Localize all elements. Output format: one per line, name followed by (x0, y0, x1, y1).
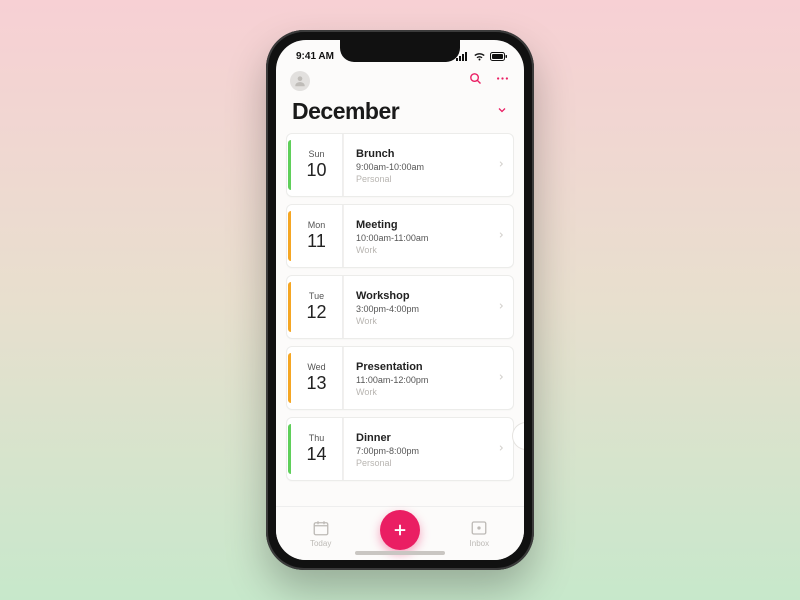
event-time: 3:00pm-4:00pm (356, 304, 507, 314)
notch (340, 40, 460, 62)
chevron-right-icon (497, 230, 505, 240)
event-category: Personal (356, 458, 507, 468)
nav-today[interactable]: Today (291, 519, 351, 548)
chevron-right-icon (497, 372, 505, 382)
more-button[interactable] (495, 71, 510, 91)
more-icon (495, 71, 510, 86)
event-category: Work (356, 245, 507, 255)
day-of-week: Tue (309, 291, 324, 301)
chevron-down-icon (496, 104, 508, 116)
day-number: 14 (306, 444, 326, 465)
event-chevron (497, 369, 505, 387)
day-number: 12 (306, 302, 326, 323)
event-card[interactable]: Thu14 Dinner 7:00pm-8:00pm Personal (286, 417, 514, 481)
event-category: Work (356, 316, 507, 326)
top-bar (276, 66, 524, 96)
status-icons (456, 52, 508, 61)
chevron-right-icon (497, 159, 505, 169)
battery-icon (490, 52, 508, 61)
day-of-week: Mon (308, 220, 326, 230)
plus-icon (391, 521, 409, 539)
event-chevron (497, 156, 505, 174)
event-card[interactable]: Sun10 Brunch 9:00am-10:00am Personal (286, 133, 514, 197)
event-category: Personal (356, 174, 507, 184)
day-number: 10 (306, 160, 326, 181)
event-body: Workshop 3:00pm-4:00pm Work (343, 276, 513, 338)
page-title: December (292, 98, 399, 125)
event-title: Presentation (356, 361, 507, 373)
day-number: 11 (307, 231, 326, 252)
home-indicator[interactable] (355, 551, 445, 555)
event-card[interactable]: Tue12 Workshop 3:00pm-4:00pm Work (286, 275, 514, 339)
person-icon (293, 74, 307, 88)
event-body: Meeting 10:00am-11:00am Work (343, 205, 513, 267)
top-actions (468, 71, 510, 91)
phone-frame: 9:41 AM December (266, 30, 534, 570)
event-time: 10:00am-11:00am (356, 233, 507, 243)
status-time: 9:41 AM (296, 51, 334, 62)
event-time: 7:00pm-8:00pm (356, 446, 507, 456)
avatar[interactable] (290, 71, 310, 91)
search-icon (468, 71, 483, 86)
inbox-icon (470, 519, 488, 537)
event-list[interactable]: Sun10Brunch9:00am-10:00amPersonalMon11Me… (276, 133, 524, 506)
date-column: Sun10 (291, 134, 343, 196)
date-column: Thu14 (291, 418, 343, 480)
title-row: December (276, 96, 524, 133)
event-card[interactable]: Wed13 Presentation 11:00am-12:00pm Work (286, 346, 514, 410)
add-button[interactable] (380, 510, 420, 550)
search-button[interactable] (468, 71, 483, 91)
nav-inbox-label: Inbox (470, 539, 490, 548)
day-of-week: Wed (307, 362, 325, 372)
event-chevron (497, 298, 505, 316)
date-column: Mon11 (291, 205, 343, 267)
month-dropdown[interactable] (496, 103, 508, 121)
chevron-right-icon (497, 301, 505, 311)
date-column: Wed13 (291, 347, 343, 409)
day-of-week: Sun (308, 149, 324, 159)
event-body: Presentation 11:00am-12:00pm Work (343, 347, 513, 409)
day-of-week: Thu (309, 433, 325, 443)
wifi-icon (473, 52, 486, 61)
bottom-nav: Today Inbox (276, 506, 524, 560)
event-chevron (497, 440, 505, 458)
event-title: Dinner (356, 432, 507, 444)
event-body: Brunch 9:00am-10:00am Personal (343, 134, 513, 196)
date-column: Tue12 (291, 276, 343, 338)
day-number: 13 (306, 373, 326, 394)
event-body: Dinner 7:00pm-8:00pm Personal (343, 418, 513, 480)
nav-inbox[interactable]: Inbox (449, 519, 509, 548)
event-time: 9:00am-10:00am (356, 162, 507, 172)
event-category: Work (356, 387, 507, 397)
calendar-icon (312, 519, 330, 537)
event-title: Workshop (356, 290, 507, 302)
screen: 9:41 AM December (276, 40, 524, 560)
event-title: Brunch (356, 148, 507, 160)
event-card[interactable]: Mon11 Meeting 10:00am-11:00am Work (286, 204, 514, 268)
chevron-right-icon (497, 443, 505, 453)
nav-today-label: Today (310, 539, 331, 548)
event-time: 11:00am-12:00pm (356, 375, 507, 385)
event-title: Meeting (356, 219, 507, 231)
event-chevron (497, 227, 505, 245)
